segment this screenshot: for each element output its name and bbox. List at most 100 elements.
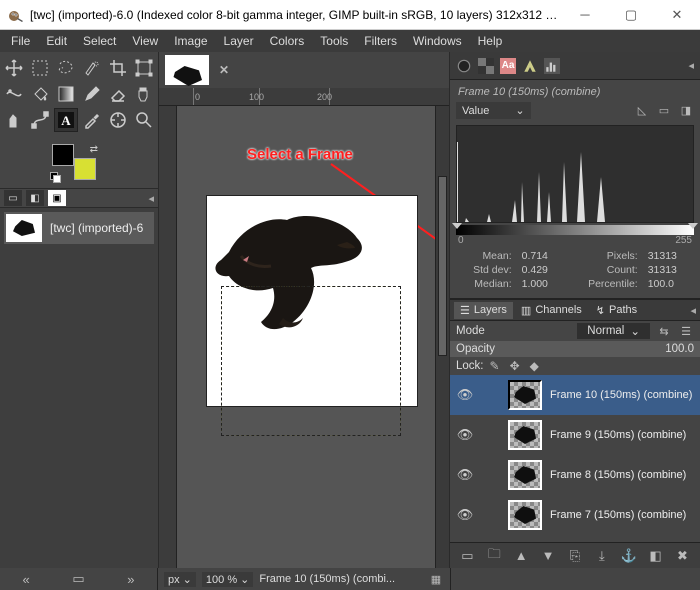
tool-clone[interactable] [132,82,156,106]
menu-tools[interactable]: Tools [313,32,355,50]
selection-marquee [221,286,401,436]
history-tab-icon[interactable] [522,58,538,74]
delete-layer-button[interactable]: ✖ [673,547,691,565]
add-mask-button[interactable]: ◧ [647,547,665,565]
canvas-tab-thumb[interactable] [165,55,209,85]
status-zoom[interactable]: 100 % ⌄ [202,572,253,587]
menu-windows[interactable]: Windows [406,32,469,50]
window-close-button[interactable]: ✕ [654,0,700,30]
menu-layer[interactable]: Layer [217,32,261,50]
layer-name[interactable]: Frame 9 (150ms) (combine) [550,429,694,441]
swap-colors-icon[interactable]: ⇄ [90,144,98,155]
histogram-channel-select[interactable]: Value⌄ [456,102,531,119]
menu-colors[interactable]: Colors [263,32,312,50]
histogram-tab-icon[interactable] [544,58,560,74]
layer-row[interactable]: 👁 Frame 7 (150ms) (combine) [450,495,700,535]
lock-position-icon[interactable]: ✥ [510,359,520,373]
tool-warp[interactable] [2,82,26,106]
tool-transform[interactable] [132,56,156,80]
new-group-button[interactable]: 🗀 [485,547,503,565]
canvas[interactable]: Select a Frame [177,106,435,568]
menu-select[interactable]: Select [76,32,123,50]
layer-visibility-icon[interactable]: 👁 [456,507,474,523]
tool-fuzzy-select[interactable] [80,56,104,80]
right-dock-menu-icon[interactable]: ◂ [688,59,694,72]
tool-paintbrush[interactable] [80,82,104,106]
lock-pixels-icon[interactable]: ✎ [490,359,500,373]
dock-menu-icon[interactable]: ◂ [148,192,154,205]
raise-layer-button[interactable]: ▲ [512,547,530,565]
background-color[interactable] [74,158,96,180]
tab-paths[interactable]: ↯Paths [590,302,643,319]
tool-rect-select[interactable] [28,56,52,80]
layer-name[interactable]: Frame 8 (150ms) (combine) [550,469,694,481]
layer-visibility-icon[interactable]: 👁 [456,427,474,443]
tool-bucket-fill[interactable] [28,82,52,106]
tool-gradient[interactable] [54,82,78,106]
layer-name[interactable]: Frame 10 (150ms) (combine) [550,389,694,401]
layer-visibility-icon[interactable]: 👁 [456,387,474,403]
layer-visibility-icon[interactable]: 👁 [456,467,474,483]
stat-count-value: 31313 [648,264,692,276]
window-maximize-button[interactable]: ▢ [608,0,654,30]
new-layer-button[interactable]: ▭ [458,547,476,565]
left-dock-expand[interactable]: ▭ [69,570,87,588]
histogram-lum-icon[interactable]: ◨ [678,103,694,119]
menu-help[interactable]: Help [471,32,510,50]
tool-paths[interactable] [28,108,52,132]
lower-layer-button[interactable]: ▼ [539,547,557,565]
tool-free-select[interactable] [54,56,78,80]
reset-colors-icon[interactable] [50,172,60,182]
layer-mode-select[interactable]: Normal⌄ [577,323,650,339]
tool-zoom[interactable] [132,108,156,132]
tab-layers[interactable]: ☰Layers [454,302,513,319]
menu-view[interactable]: View [125,32,165,50]
layer-row[interactable]: 👁 Frame 8 (150ms) (combine) [450,455,700,495]
image-list-item[interactable]: [twc] (imported)-6 [4,212,154,244]
layers-dock-menu-icon[interactable]: ◂ [690,304,696,317]
ruler-vertical[interactable] [159,106,177,568]
histogram-linear-icon[interactable]: ◺ [634,103,650,119]
layer-mode-switch-icon[interactable]: ⇆ [656,323,672,339]
tab-channels[interactable]: ▥Channels [515,302,588,319]
window-minimize-button[interactable]: ─ [562,0,608,30]
left-dock-collapse-right[interactable]: » [122,570,140,588]
brushes-tab-icon[interactable] [456,58,472,74]
foreground-color[interactable] [52,144,74,166]
canvas-scrollbar-vertical[interactable] [435,106,449,568]
status-nav-icon[interactable]: ▦ [428,571,444,587]
tool-measure[interactable] [106,108,130,132]
menu-filters[interactable]: Filters [357,32,404,50]
histogram-range-slider[interactable] [456,225,694,235]
canvas-tab-close-icon[interactable]: ✕ [217,63,231,77]
tool-color-picker[interactable] [80,108,104,132]
dock-tab-images[interactable]: ▣ [48,190,66,206]
layer-name[interactable]: Frame 7 (150ms) (combine) [550,509,694,521]
layer-mode-menu-icon[interactable]: ☰ [678,323,694,339]
left-dock-collapse-left[interactable]: « [17,570,35,588]
ruler-horizontal[interactable]: 0 100 200 [159,88,449,106]
merge-down-button[interactable]: ⤓ [593,547,611,565]
menu-image[interactable]: Image [167,32,214,50]
anchor-layer-button[interactable]: ⚓ [620,547,638,565]
layer-row[interactable]: 👁 Frame 9 (150ms) (combine) [450,415,700,455]
status-units[interactable]: px ⌄ [164,572,196,587]
menu-edit[interactable]: Edit [39,32,74,50]
duplicate-layer-button[interactable]: ⎘ [566,547,584,565]
layer-opacity-slider[interactable]: Opacity100.0 [450,341,700,357]
menu-file[interactable]: File [4,32,37,50]
color-swatches[interactable]: ⇄ [50,144,100,184]
patterns-tab-icon[interactable] [478,58,494,74]
tool-crop[interactable] [106,56,130,80]
dock-tab-tool-options[interactable]: ▭ [4,190,22,206]
layer-row[interactable]: 👁 Frame 10 (150ms) (combine) [450,375,700,415]
dock-tab-device[interactable]: ◧ [26,190,44,206]
tool-text[interactable]: A [54,108,78,132]
lock-alpha-icon[interactable]: ◆ [530,359,539,373]
fonts-tab-icon[interactable]: Aa [500,58,516,74]
tool-move[interactable] [2,56,26,80]
tool-smudge[interactable] [2,108,26,132]
tool-eraser[interactable] [106,82,130,106]
histogram-log-icon[interactable]: ▭ [656,103,672,119]
histogram-graph[interactable] [456,125,694,223]
